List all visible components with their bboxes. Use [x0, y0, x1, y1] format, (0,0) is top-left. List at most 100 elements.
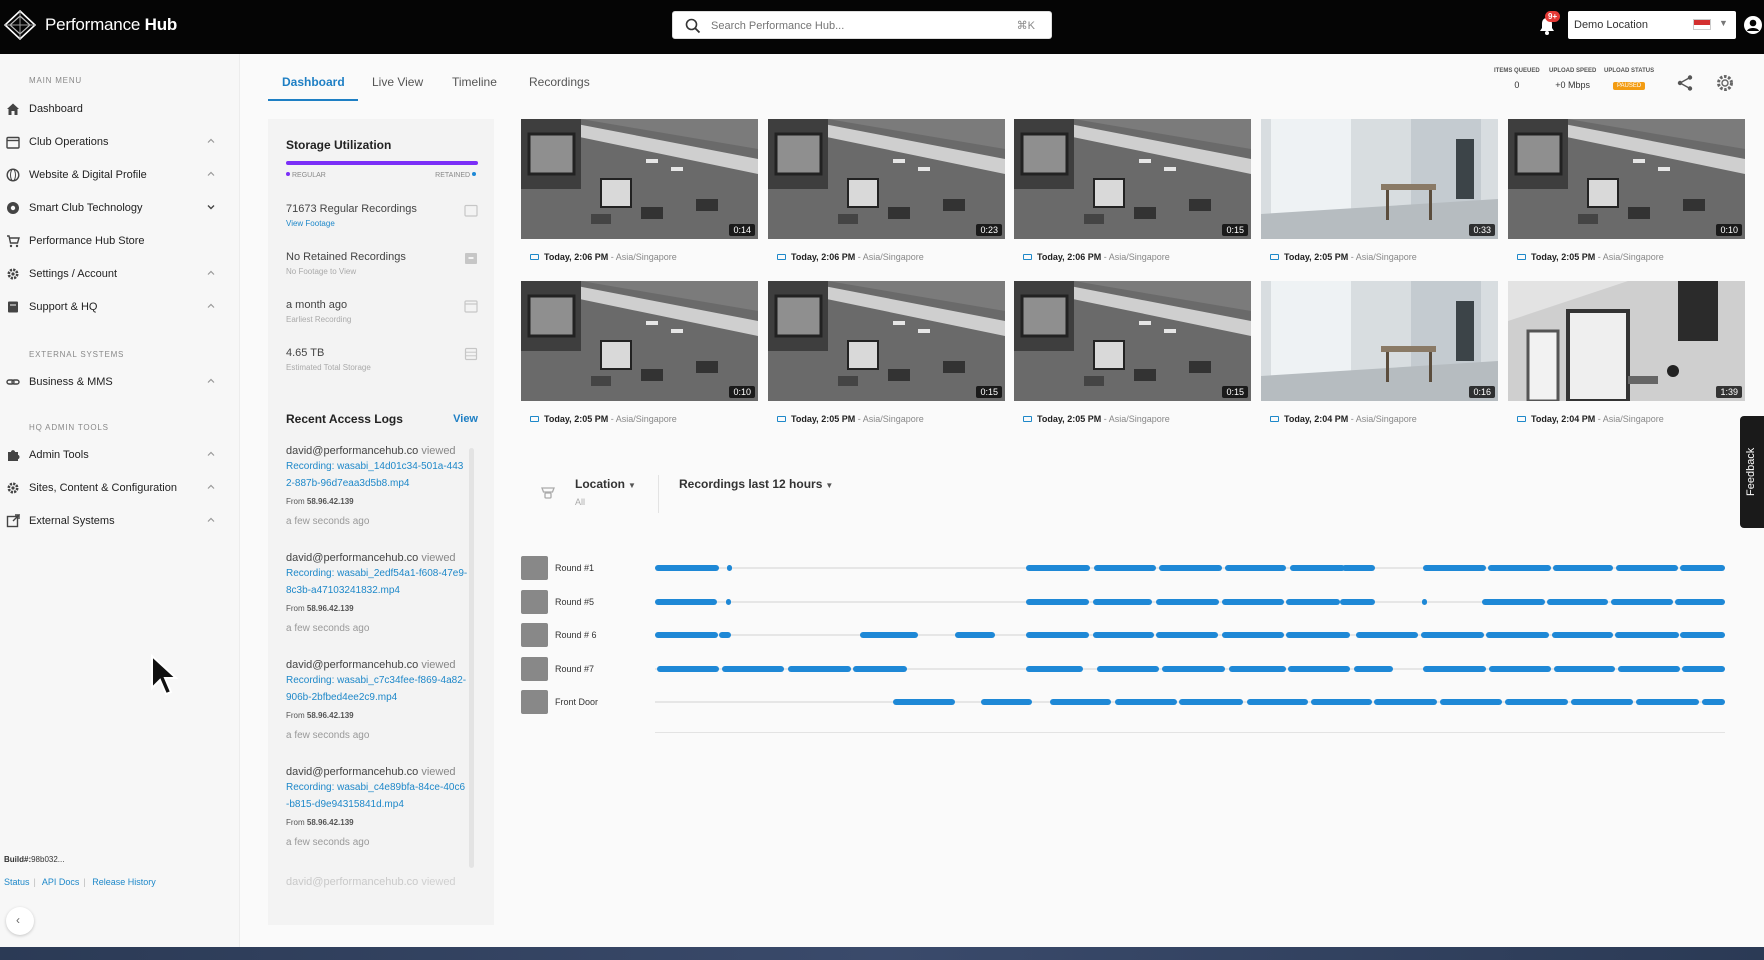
recording-segment[interactable] — [1551, 632, 1613, 638]
recording-segment[interactable] — [655, 565, 720, 571]
recording-segment[interactable] — [655, 599, 718, 605]
sidebar-item-smart-club-technology[interactable]: Smart Club Technology — [6, 197, 216, 219]
camera-thumbnail[interactable] — [521, 590, 548, 614]
recording-segment[interactable] — [1096, 666, 1159, 672]
recording-thumbnail[interactable]: 0:23 — [768, 119, 1005, 239]
gear-icon[interactable] — [1715, 73, 1735, 93]
recording-segment[interactable] — [1093, 565, 1156, 571]
recording-segment[interactable] — [1228, 666, 1287, 672]
access-logs-view-link[interactable]: View — [453, 413, 478, 425]
recording-segment[interactable] — [1026, 632, 1090, 638]
recording-segment[interactable] — [1680, 565, 1725, 571]
recording-segment[interactable] — [1155, 632, 1218, 638]
sidebar-item-website[interactable]: Website & Digital Profile — [6, 164, 216, 186]
recording-segment[interactable] — [1162, 666, 1226, 672]
recording-segment[interactable] — [1422, 599, 1428, 605]
recording-segment[interactable] — [726, 565, 732, 571]
search-box[interactable]: ⌘K — [672, 11, 1052, 39]
recording-segment[interactable] — [1421, 632, 1485, 638]
recording-segment[interactable] — [1222, 632, 1285, 638]
tab-timeline[interactable]: Timeline — [452, 67, 497, 101]
recording-segment[interactable] — [1026, 599, 1090, 605]
collapse-sidebar-button[interactable]: ‹ — [6, 907, 34, 935]
recording-segment[interactable] — [1288, 666, 1351, 672]
logs-scrollbar[interactable] — [469, 448, 474, 868]
camera-thumbnail[interactable] — [521, 690, 548, 714]
recording-link[interactable]: Recording: wasabi_c7c34fee-f869-4a82-906… — [286, 672, 468, 706]
recording-segment[interactable] — [1636, 699, 1700, 705]
sidebar-item-club-operations[interactable]: Club Operations — [6, 131, 216, 153]
recording-thumbnail[interactable]: 0:14 — [521, 119, 758, 239]
recording-thumbnail[interactable]: 0:10 — [1508, 119, 1745, 239]
time-range-filter[interactable]: Recordings last 12 hours ▼ — [679, 477, 833, 491]
recording-segment[interactable] — [853, 666, 907, 672]
recording-segment[interactable] — [1553, 666, 1615, 672]
recording-segment[interactable] — [1423, 565, 1487, 571]
recording-thumbnail[interactable]: 0:15 — [1014, 119, 1251, 239]
recording-segment[interactable] — [657, 666, 720, 672]
recording-segment[interactable] — [1225, 565, 1287, 571]
recording-segment[interactable] — [787, 666, 851, 672]
recording-segment[interactable] — [1355, 632, 1418, 638]
recording-segment[interactable] — [1159, 565, 1223, 571]
recording-segment[interactable] — [1115, 699, 1178, 705]
view-footage-link[interactable]: View Footage — [286, 219, 478, 228]
location-select[interactable]: Demo Location ▼ — [1568, 11, 1736, 39]
recording-segment[interactable] — [1049, 699, 1111, 705]
recording-segment[interactable] — [981, 699, 1032, 705]
recording-segment[interactable] — [1341, 565, 1376, 571]
recording-segment[interactable] — [1674, 599, 1725, 605]
recording-segment[interactable] — [1504, 699, 1568, 705]
release-history-link[interactable]: Release History — [92, 877, 156, 887]
recording-segment[interactable] — [1374, 699, 1438, 705]
recording-segment[interactable] — [1092, 599, 1153, 605]
recording-segment[interactable] — [1222, 599, 1285, 605]
api-docs-link[interactable]: API Docs — [42, 877, 80, 887]
recording-segment[interactable] — [892, 699, 955, 705]
sidebar-item-dashboard[interactable]: Dashboard — [6, 98, 216, 120]
recording-thumbnail[interactable]: 0:33 — [1261, 119, 1498, 239]
recording-segment[interactable] — [1286, 599, 1340, 605]
camera-thumbnail[interactable] — [521, 623, 548, 647]
recording-segment[interactable] — [1610, 599, 1673, 605]
recording-segment[interactable] — [1026, 666, 1083, 672]
recording-segment[interactable] — [1423, 666, 1487, 672]
recording-thumbnail[interactable]: 0:10 — [521, 281, 758, 401]
recording-segment[interactable] — [719, 632, 731, 638]
tab-live-view[interactable]: Live View — [372, 67, 423, 101]
recording-segment[interactable] — [1289, 565, 1346, 571]
recording-thumbnail[interactable]: 1:39 — [1508, 281, 1745, 401]
recording-segment[interactable] — [954, 632, 996, 638]
recording-segment[interactable] — [1286, 632, 1351, 638]
recording-segment[interactable] — [1615, 565, 1678, 571]
recording-segment[interactable] — [725, 599, 731, 605]
recording-segment[interactable] — [1353, 666, 1394, 672]
recording-segment[interactable] — [1339, 599, 1376, 605]
recording-segment[interactable] — [1179, 699, 1244, 705]
recording-segment[interactable] — [1310, 699, 1372, 705]
brand[interactable]: Performance Hub — [4, 10, 177, 40]
recording-thumbnail[interactable]: 0:15 — [1014, 281, 1251, 401]
search-input[interactable] — [711, 16, 981, 36]
sidebar-item-sites-content[interactable]: Sites, Content & Configuration — [6, 477, 216, 499]
recording-segment[interactable] — [1547, 599, 1609, 605]
tab-dashboard[interactable]: Dashboard — [268, 67, 358, 101]
sidebar-item-support[interactable]: Support & HQ — [6, 296, 216, 318]
sidebar-item-external-systems[interactable]: External Systems — [6, 510, 216, 532]
recording-segment[interactable] — [722, 666, 785, 672]
sidebar-item-store[interactable]: Performance Hub Store — [6, 230, 216, 252]
recording-segment[interactable] — [1155, 599, 1219, 605]
recording-segment[interactable] — [655, 632, 719, 638]
camera-thumbnail[interactable] — [521, 657, 548, 681]
recording-segment[interactable] — [1552, 565, 1613, 571]
recording-segment[interactable] — [860, 632, 919, 638]
recording-segment[interactable] — [1486, 632, 1550, 638]
sidebar-item-business-mms[interactable]: Business & MMS — [6, 371, 216, 393]
user-icon[interactable] — [1743, 15, 1763, 35]
status-link[interactable]: Status — [4, 877, 30, 887]
recording-segment[interactable] — [1487, 565, 1551, 571]
recording-link[interactable]: Recording: wasabi_c4e89bfa-84ce-40c6-b81… — [286, 779, 468, 813]
recording-segment[interactable] — [1092, 632, 1154, 638]
recording-segment[interactable] — [1488, 666, 1551, 672]
recording-segment[interactable] — [1680, 632, 1725, 638]
